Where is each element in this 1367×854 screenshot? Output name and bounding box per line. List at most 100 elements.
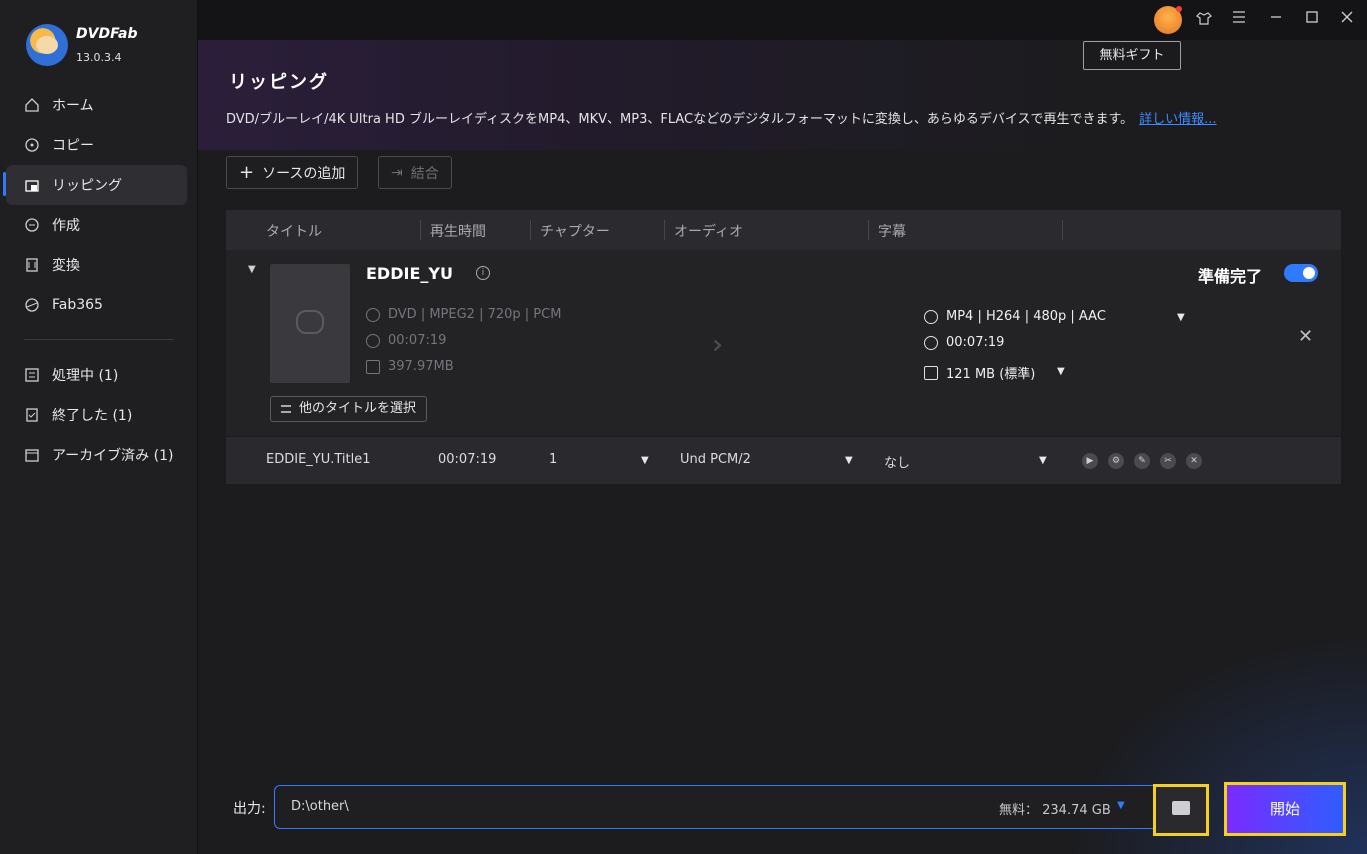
sidebar-item-copy[interactable]: コピー: [6, 125, 187, 165]
sidebar-item-ripper[interactable]: リッピング: [6, 165, 187, 205]
converter-icon: [26, 258, 38, 272]
sidebar-item-home[interactable]: ホーム: [6, 85, 187, 125]
title-name: EDDIE_YU: [366, 264, 453, 283]
free-space-text: 無料： 234.74 GB: [999, 803, 1111, 818]
column-audio: オーディオ: [674, 224, 744, 240]
output-format-dropdown-icon[interactable]: ▼: [1177, 312, 1185, 323]
sidebar-item-finished[interactable]: 終了した (1): [6, 395, 187, 435]
sidebar-item-archived[interactable]: アーカイブ済み (1): [6, 435, 187, 475]
sidebar-item-label: リッピング: [52, 178, 122, 194]
list-icon: [281, 405, 291, 413]
sidebar-item-label: コピー: [52, 138, 94, 154]
select-other-titles-button[interactable]: 他のタイトルを選択: [270, 396, 428, 422]
sidebar: DVDFab 13.0.3.4 ホーム コピー リッピング 作成 変換 Fab3…: [0, 0, 198, 854]
output-path-field[interactable]: D:\other\ 無料： 234.74 GB ▼: [274, 785, 1206, 829]
collapse-caret-icon[interactable]: ▼: [248, 264, 256, 275]
add-source-button[interactable]: + ソースの追加: [226, 156, 359, 189]
column-subtitle: 字幕: [878, 224, 906, 240]
source-format-text: DVD | MPEG2 | 720p | PCM: [388, 307, 562, 322]
copy-disc-icon: [25, 138, 39, 152]
output-format-text: MP4 | H264 | 480p | AAC: [946, 309, 1106, 324]
start-button[interactable]: 開始: [1224, 782, 1346, 836]
processing-icon: [25, 368, 39, 382]
format-icon: [924, 309, 938, 324]
drive-dropdown-icon[interactable]: ▼: [1117, 800, 1125, 811]
info-icon[interactable]: i: [476, 266, 490, 280]
app-version: 13.0.3.4: [76, 51, 122, 64]
source-format: DVD | MPEG2 | 720p | PCM: [366, 307, 561, 322]
remove-title-icon[interactable]: ✕: [1298, 326, 1313, 347]
source-size-text: 397.97MB: [388, 359, 454, 374]
merge-icon: ⇥: [391, 164, 403, 181]
archive-icon: [25, 449, 39, 462]
source-duration-text: 00:07:19: [388, 333, 447, 348]
status-label: 準備完了: [1198, 267, 1263, 286]
audio-select[interactable]: Und PCM/2: [680, 452, 751, 467]
tools-icon[interactable]: ✂: [1160, 453, 1176, 469]
ripper-icon: [25, 180, 39, 192]
sidebar-item-converter[interactable]: 変換: [6, 245, 187, 285]
column-title: タイトル: [266, 224, 322, 240]
disc-placeholder-icon: [296, 310, 324, 334]
column-divider: [420, 220, 421, 240]
output-duration-text: 00:07:19: [946, 335, 1005, 350]
output-duration: 00:07:19: [924, 335, 1004, 350]
plus-icon: +: [239, 162, 255, 183]
column-chapter: チャプター: [540, 224, 610, 240]
output-format[interactable]: MP4 | H264 | 480p | AAC: [924, 309, 1106, 324]
select-other-titles-label: 他のタイトルを選択: [299, 401, 417, 416]
add-source-label: ソースの追加: [262, 165, 346, 182]
merge-button[interactable]: ⇥ 結合: [378, 156, 452, 189]
shirt-icon[interactable]: [1194, 10, 1214, 30]
disc-icon: [366, 307, 380, 322]
sidebar-item-label: 処理中 (1): [52, 368, 119, 384]
remove-track-icon[interactable]: ✕: [1186, 453, 1202, 469]
folder-icon: [1172, 801, 1190, 815]
output-size-text: 121 MB (標準): [946, 367, 1036, 382]
file-icon: [366, 359, 380, 374]
column-duration: 再生時間: [430, 224, 486, 240]
chapter-dropdown-icon[interactable]: ▼: [641, 455, 649, 466]
table-row[interactable]: EDDIE_YU.Title1 00:07:19 1 ▼ Und PCM/2 ▼…: [226, 437, 1341, 484]
subtitle-dropdown-icon[interactable]: ▼: [1039, 455, 1047, 466]
notification-dot: [1176, 6, 1182, 12]
page-title: リッピング: [229, 72, 329, 93]
browse-folder-button[interactable]: [1153, 784, 1209, 836]
more-info-link[interactable]: 詳しい情報...: [1139, 112, 1216, 127]
merge-label: 結合: [410, 165, 439, 182]
chapter-select[interactable]: 1: [549, 452, 557, 467]
creator-icon: [25, 218, 39, 232]
sidebar-item-label: 作成: [52, 218, 80, 234]
clock-icon: [924, 335, 938, 350]
page-description: DVD/ブルーレイ/4K Ultra HD ブルーレイディスクをMP4、MKV、…: [226, 108, 1217, 127]
menu-icon[interactable]: [1229, 10, 1249, 30]
sidebar-item-processing[interactable]: 処理中 (1): [6, 355, 187, 395]
fab365-icon: [25, 298, 39, 312]
file-icon: [924, 365, 938, 380]
output-size[interactable]: 121 MB (標準): [924, 363, 1035, 382]
maximize-icon[interactable]: [1302, 10, 1322, 30]
edit-icon[interactable]: ✎: [1134, 453, 1150, 469]
minimize-icon[interactable]: [1266, 10, 1286, 30]
close-icon[interactable]: [1337, 10, 1357, 30]
source-size: 397.97MB: [366, 359, 454, 374]
play-icon[interactable]: ▶: [1082, 453, 1098, 469]
title-bar: [198, 0, 1367, 40]
convert-arrow-icon: ›››: [712, 330, 725, 360]
audio-dropdown-icon[interactable]: ▼: [845, 455, 853, 466]
header-background: [198, 40, 1367, 150]
source-duration: 00:07:19: [366, 333, 446, 348]
sidebar-item-creator[interactable]: 作成: [6, 205, 187, 245]
output-size-dropdown-icon[interactable]: ▼: [1057, 366, 1065, 377]
output-label: 出力:: [233, 801, 266, 817]
sidebar-item-fab365[interactable]: Fab365: [6, 285, 187, 325]
sidebar-divider: [24, 339, 174, 340]
dvdfab-logo: [26, 24, 68, 66]
advanced-settings-icon[interactable]: ⚙: [1108, 453, 1124, 469]
column-divider: [868, 220, 869, 240]
ready-toggle[interactable]: [1284, 264, 1318, 282]
brand-name: DVDFab: [76, 26, 138, 42]
subtitle-select[interactable]: なし: [884, 452, 910, 471]
sidebar-item-label: ホーム: [52, 98, 94, 114]
track-title: EDDIE_YU.Title1: [266, 452, 371, 467]
